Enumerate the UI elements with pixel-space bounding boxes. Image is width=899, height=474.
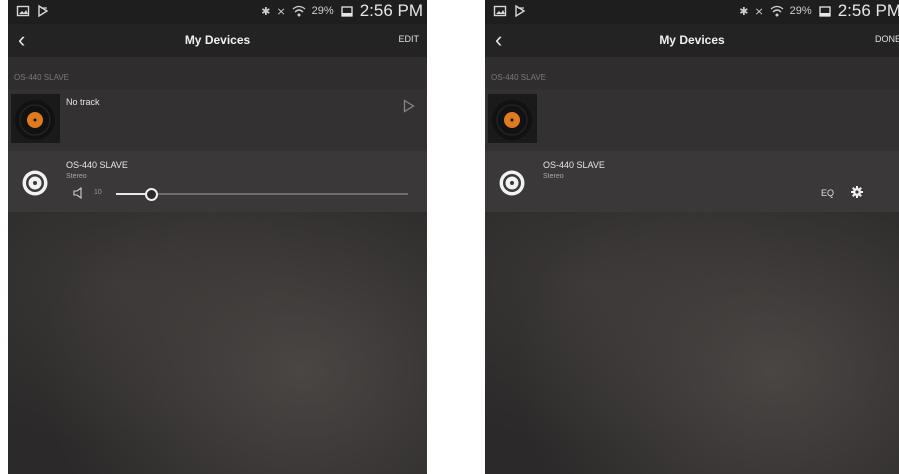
volume-value: 10 [94, 189, 102, 196]
done-button[interactable]: DONE [875, 34, 899, 44]
device-mode: Stereo [543, 173, 564, 180]
status-bar: ✱ ⨯ 29% 2:56 PM [8, 0, 427, 24]
page-title: My Devices [184, 33, 251, 47]
app-bar: ‹ My Devices EDIT [8, 24, 427, 57]
battery-percent: 29% [311, 5, 334, 17]
vinyl-record-icon [492, 100, 532, 140]
now-playing-row[interactable]: No track [8, 89, 427, 151]
image-icon [493, 5, 507, 17]
page-title: My Devices [659, 33, 725, 47]
track-title: No track [66, 97, 100, 107]
mute-icon: ⨯ [754, 5, 764, 18]
device-row[interactable]: OS-440 SLAVE Stereo 10 [8, 151, 427, 212]
volume-slider[interactable] [116, 188, 408, 201]
app-bar: ‹ My Devices DONE [485, 24, 899, 57]
speaker-icon [499, 170, 525, 196]
devices-screen-right: ✱ ⨯ 29% 2:56 PM ‹ My Devices DONE OS-440… [485, 0, 899, 474]
devices-screen-left: ✱ ⨯ 29% 2:56 PM ‹ My Devices EDIT OS-440… [8, 0, 427, 474]
device-name: OS-440 SLAVE [543, 160, 605, 170]
device-name: OS-440 SLAVE [66, 160, 128, 170]
device-row[interactable]: OS-440 SLAVE Stereo EQ [485, 151, 899, 212]
mute-icon: ⨯ [276, 5, 286, 18]
volume-icon[interactable] [72, 187, 84, 199]
wifi-icon [292, 5, 306, 17]
clock: 2:56 PM [359, 1, 423, 20]
edit-button[interactable]: EDIT [398, 34, 419, 44]
section-header: OS-440 SLAVE [485, 57, 899, 89]
now-playing-row[interactable] [485, 89, 899, 151]
bluetooth-icon: ✱ [739, 5, 749, 18]
section-header: OS-440 SLAVE [8, 57, 427, 89]
gear-icon[interactable] [851, 186, 863, 198]
bluetooth-icon: ✱ [261, 5, 271, 18]
media-icon [38, 4, 49, 18]
vinyl-record-icon [15, 100, 55, 140]
eq-button[interactable]: EQ [821, 188, 834, 198]
battery-icon [341, 6, 353, 17]
media-icon [515, 4, 526, 18]
album-art [488, 94, 537, 143]
battery-icon [819, 6, 831, 17]
speaker-icon [22, 170, 48, 196]
section-label: OS-440 SLAVE [491, 73, 546, 82]
section-label: OS-440 SLAVE [14, 73, 69, 82]
clock: 2:56 PM [837, 1, 899, 20]
image-icon [16, 5, 30, 17]
device-mode: Stereo [66, 173, 87, 180]
album-art [11, 94, 60, 143]
play-icon[interactable] [403, 99, 415, 113]
battery-percent: 29% [789, 5, 812, 17]
volume-slider-knob[interactable] [145, 188, 159, 201]
wifi-icon [770, 5, 784, 17]
status-bar: ✱ ⨯ 29% 2:56 PM [485, 0, 899, 24]
